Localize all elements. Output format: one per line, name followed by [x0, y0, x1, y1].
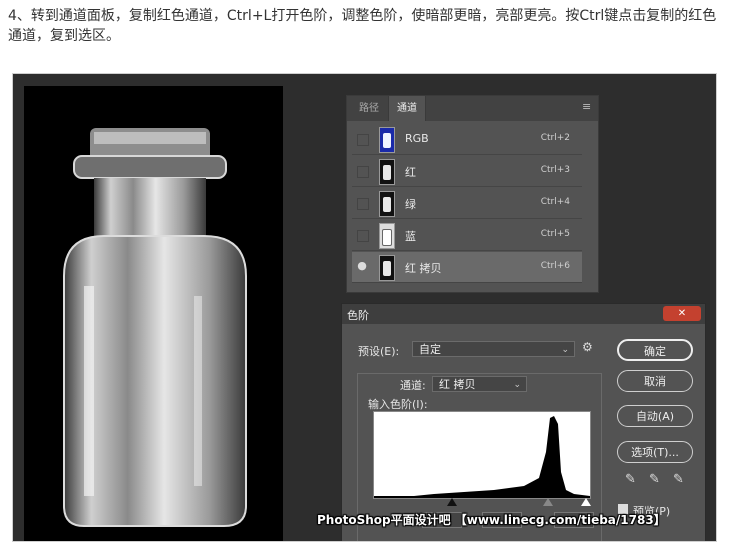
- channel-row-red[interactable]: 红 Ctrl+3: [352, 156, 582, 187]
- preset-select[interactable]: 自定 ⌄: [412, 341, 575, 357]
- visibility-toggle[interactable]: [357, 230, 369, 242]
- white-point-handle[interactable]: [581, 498, 591, 506]
- bottle-image: [24, 86, 283, 541]
- channel-shortcut: Ctrl+2: [540, 133, 570, 143]
- channels-panel: 路径 通道 ≡ RGB Ctrl+2 红 Ctrl+3 绿 Ctrl+4 蓝 C…: [346, 95, 599, 293]
- watermark: PhotoShop平面设计吧 【www.linecg.com/tieba/178…: [317, 513, 666, 527]
- visibility-toggle[interactable]: [357, 166, 369, 178]
- gear-icon[interactable]: ⚙: [582, 340, 593, 354]
- panel-menu-icon[interactable]: ≡: [582, 101, 592, 112]
- channel-thumbnail: [379, 223, 395, 249]
- visibility-toggle[interactable]: [357, 134, 369, 146]
- channel-name: 绿: [405, 198, 416, 211]
- chevron-down-icon: ⌄: [513, 380, 521, 390]
- eye-icon[interactable]: ●: [356, 260, 368, 272]
- histogram: [373, 411, 591, 499]
- channel-name: 红 拷贝: [405, 262, 442, 275]
- gamma-handle[interactable]: [543, 498, 553, 506]
- auto-button[interactable]: 自动(A): [617, 405, 693, 427]
- channel-row-blue[interactable]: 蓝 Ctrl+5: [352, 220, 582, 251]
- options-button[interactable]: 选项(T)...: [617, 441, 693, 463]
- channel-name: RGB: [405, 132, 429, 145]
- channel-select[interactable]: 红 拷贝 ⌄: [432, 376, 527, 392]
- cancel-button[interactable]: 取消: [617, 370, 693, 392]
- black-point-handle[interactable]: [447, 498, 457, 506]
- channel-thumbnail: [379, 255, 395, 281]
- tab-channels[interactable]: 通道: [388, 96, 426, 121]
- channel-thumbnail: [379, 159, 395, 185]
- input-levels-label: 输入色阶(I):: [368, 398, 428, 411]
- ok-button[interactable]: 确定: [617, 339, 693, 361]
- eyedroppers: ✎ ✎ ✎: [625, 472, 695, 488]
- tab-paths[interactable]: 路径: [353, 96, 385, 121]
- dialog-titlebar: 色阶 ✕: [342, 304, 705, 324]
- channel-shortcut: Ctrl+3: [540, 165, 570, 175]
- levels-dialog: 色阶 ✕ 预设(E): 自定 ⌄ ⚙ 通道: 红 拷贝 ⌄ 输入色阶(I): 确…: [341, 303, 706, 541]
- white-eyedropper-icon[interactable]: ✎: [673, 472, 684, 487]
- close-icon[interactable]: ✕: [663, 306, 701, 321]
- channel-label: 通道:: [400, 379, 426, 392]
- panel-tabs: 路径 通道 ≡: [347, 96, 598, 121]
- channel-shortcut: Ctrl+5: [540, 229, 570, 239]
- channel-row-rgb[interactable]: RGB Ctrl+2: [352, 124, 582, 155]
- channel-value: 红 拷贝: [439, 378, 476, 391]
- instruction-text: 4、转到通道面板，复制红色通道，Ctrl+L打开色阶，调整色阶，使暗部更暗，亮部…: [8, 8, 717, 44]
- channel-name: 红: [405, 166, 416, 179]
- preset-value: 自定: [419, 343, 441, 356]
- channel-name: 蓝: [405, 230, 416, 243]
- channel-thumbnail: [379, 127, 395, 153]
- channel-shortcut: Ctrl+6: [540, 261, 570, 271]
- photoshop-screenshot: 路径 通道 ≡ RGB Ctrl+2 红 Ctrl+3 绿 Ctrl+4 蓝 C…: [12, 73, 717, 542]
- channel-row-green[interactable]: 绿 Ctrl+4: [352, 188, 582, 219]
- input-levels-slider[interactable]: [373, 498, 591, 506]
- channel-row-red-copy[interactable]: ● 红 拷贝 Ctrl+6: [352, 252, 582, 283]
- preset-label: 预设(E):: [358, 345, 400, 358]
- channel-shortcut: Ctrl+4: [540, 197, 570, 207]
- channel-thumbnail: [379, 191, 395, 217]
- grey-eyedropper-icon[interactable]: ✎: [649, 472, 660, 487]
- visibility-toggle[interactable]: [357, 198, 369, 210]
- chevron-down-icon: ⌄: [561, 345, 569, 355]
- dialog-title: 色阶: [347, 309, 369, 322]
- black-eyedropper-icon[interactable]: ✎: [625, 472, 636, 487]
